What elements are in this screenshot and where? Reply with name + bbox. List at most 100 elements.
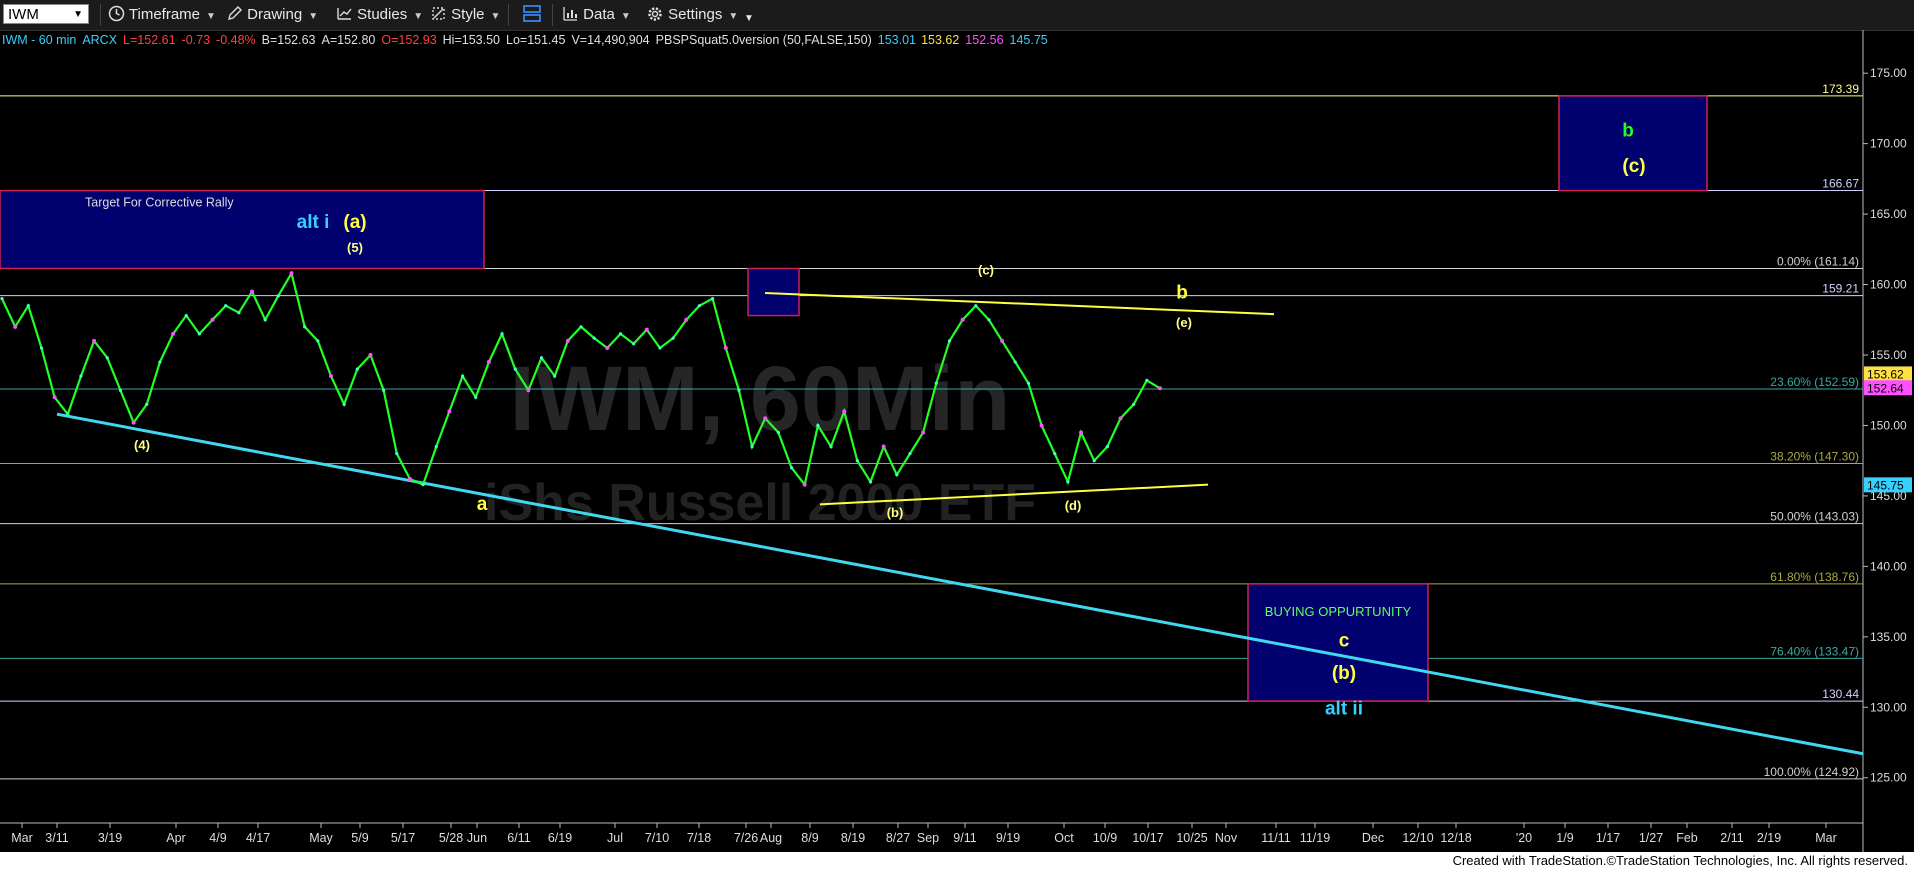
quote-field: L=152.61 xyxy=(123,33,176,47)
price-point-marker xyxy=(526,388,531,393)
wave-label: (a) xyxy=(343,212,366,233)
level-label: 76.40% (133.47) xyxy=(1770,644,1859,658)
annotation-box xyxy=(0,189,485,270)
time-axis-label: Mar xyxy=(11,831,33,845)
quote-field: -0.73 xyxy=(182,33,211,47)
time-axis-label: 5/17 xyxy=(391,831,415,845)
wave-label: (c) xyxy=(1622,156,1645,177)
price-point-marker xyxy=(131,420,136,425)
annotation-box xyxy=(747,267,800,317)
wave-label: (4) xyxy=(134,437,150,452)
price-point-marker xyxy=(579,325,583,329)
time-axis-label: 7/26 xyxy=(734,831,758,845)
price-tag-label: 152.64 xyxy=(1867,381,1904,395)
quote-field: O=152.93 xyxy=(381,33,436,47)
price-point-marker xyxy=(881,444,886,449)
price-point-marker xyxy=(776,430,780,435)
wave-label: alt i xyxy=(297,212,330,233)
time-axis-label: 7/18 xyxy=(687,831,711,845)
price-point-marker xyxy=(1118,416,1123,421)
price-point-marker xyxy=(92,338,97,343)
price-point-marker xyxy=(486,360,491,365)
price-point-marker xyxy=(276,294,280,298)
price-point-marker xyxy=(289,271,294,276)
price-point-marker xyxy=(960,317,965,322)
price-point-marker xyxy=(224,304,228,308)
price-point-marker xyxy=(355,367,359,371)
time-axis-label: 10/25 xyxy=(1176,831,1207,845)
time-axis-label: 6/19 xyxy=(548,831,572,845)
time-axis-label: Feb xyxy=(1676,831,1698,845)
quote-field: IWM - 60 min xyxy=(2,33,76,47)
quote-header: IWM - 60 min ARCX L=152.61 -0.73 -0.48% B=152… xyxy=(2,33,1048,47)
quote-field: Lo=151.45 xyxy=(506,33,565,47)
wave-label: (c) xyxy=(978,263,994,278)
price-axis-label: 155.00 xyxy=(1870,348,1907,362)
price-axis-label: 125.00 xyxy=(1870,771,1907,785)
price-point-marker xyxy=(658,346,662,350)
price-chart[interactable]: IWM - 60 min ARCX L=152.61 -0.73 -0.48% B=152… xyxy=(0,0,1914,852)
level-label: 23.60% (152.59) xyxy=(1770,375,1859,389)
wave-label: alt ii xyxy=(1325,698,1363,719)
price-point-marker xyxy=(0,297,4,301)
price-point-marker xyxy=(1066,480,1070,484)
price-point-marker xyxy=(947,339,952,343)
price-point-marker xyxy=(737,388,741,392)
time-axis-label: 7/10 xyxy=(645,831,669,845)
price-point-marker xyxy=(434,444,438,449)
wave-label: b xyxy=(1622,121,1634,142)
wave-label: b xyxy=(1176,283,1188,304)
price-axis-label: 160.00 xyxy=(1870,278,1907,292)
price-point-marker xyxy=(974,304,978,308)
time-axis-label: Sep xyxy=(917,831,939,845)
price-point-marker xyxy=(26,304,30,308)
price-point-marker xyxy=(1132,402,1136,406)
price-point-marker xyxy=(921,430,926,435)
price-point-marker xyxy=(644,327,649,332)
wave-label: a xyxy=(477,494,488,515)
time-axis-label: Oct xyxy=(1054,831,1074,845)
time-axis-label: 4/9 xyxy=(209,831,226,845)
time-axis-label: 8/9 xyxy=(801,831,818,845)
price-point-marker xyxy=(421,483,425,487)
footer: Created with TradeStation.©TradeStation … xyxy=(0,852,1914,870)
price-point-marker xyxy=(447,409,452,414)
price-point-marker xyxy=(1013,360,1017,364)
time-axis-label: 9/11 xyxy=(953,831,976,845)
box-label: Target For Corrective Rally xyxy=(85,196,234,210)
price-point-marker xyxy=(684,317,689,322)
time-axis-label: May xyxy=(309,831,333,845)
price-point-marker xyxy=(710,297,715,301)
level-label: 100.00% (124.92) xyxy=(1764,765,1859,779)
price-point-marker xyxy=(407,477,412,481)
quote-field: -0.48% xyxy=(216,33,256,47)
price-axis-label: 140.00 xyxy=(1870,559,1907,573)
price-point-marker xyxy=(79,374,83,378)
price-point-marker xyxy=(1105,444,1109,449)
time-axis-label: 8/19 xyxy=(841,831,865,845)
price-tag-label: 153.62 xyxy=(1867,367,1904,381)
time-axis-label: 11/19 xyxy=(1300,831,1330,845)
price-point-marker xyxy=(39,346,44,350)
price-point-marker xyxy=(368,353,373,357)
price-point-marker xyxy=(1145,378,1149,382)
level-label: 0.00% (161.14) xyxy=(1777,254,1859,268)
time-axis-label: Jul xyxy=(607,831,623,845)
price-axis-label: 170.00 xyxy=(1870,137,1907,151)
price-point-marker xyxy=(895,473,899,477)
price-point-marker xyxy=(118,388,123,392)
quote-field: PBSPSquat5.0version (50,FALSE,150) xyxy=(656,33,872,47)
time-axis-label: Mar xyxy=(1815,831,1837,845)
time-axis-label: 12/10 xyxy=(1402,831,1433,845)
price-point-marker xyxy=(197,332,201,336)
price-point-marker xyxy=(802,482,807,487)
price-point-marker xyxy=(1158,386,1162,391)
price-point-marker xyxy=(237,311,241,315)
price-point-marker xyxy=(1000,338,1005,343)
time-axis-label: 9/19 xyxy=(996,831,1020,845)
quote-field: Hi=153.50 xyxy=(443,33,500,47)
quote-field: V=14,490,904 xyxy=(571,33,649,47)
price-point-marker xyxy=(145,402,149,406)
time-axis-label: 1/27 xyxy=(1639,831,1663,845)
copyright-text: Created with TradeStation.©TradeStation … xyxy=(1452,853,1908,868)
